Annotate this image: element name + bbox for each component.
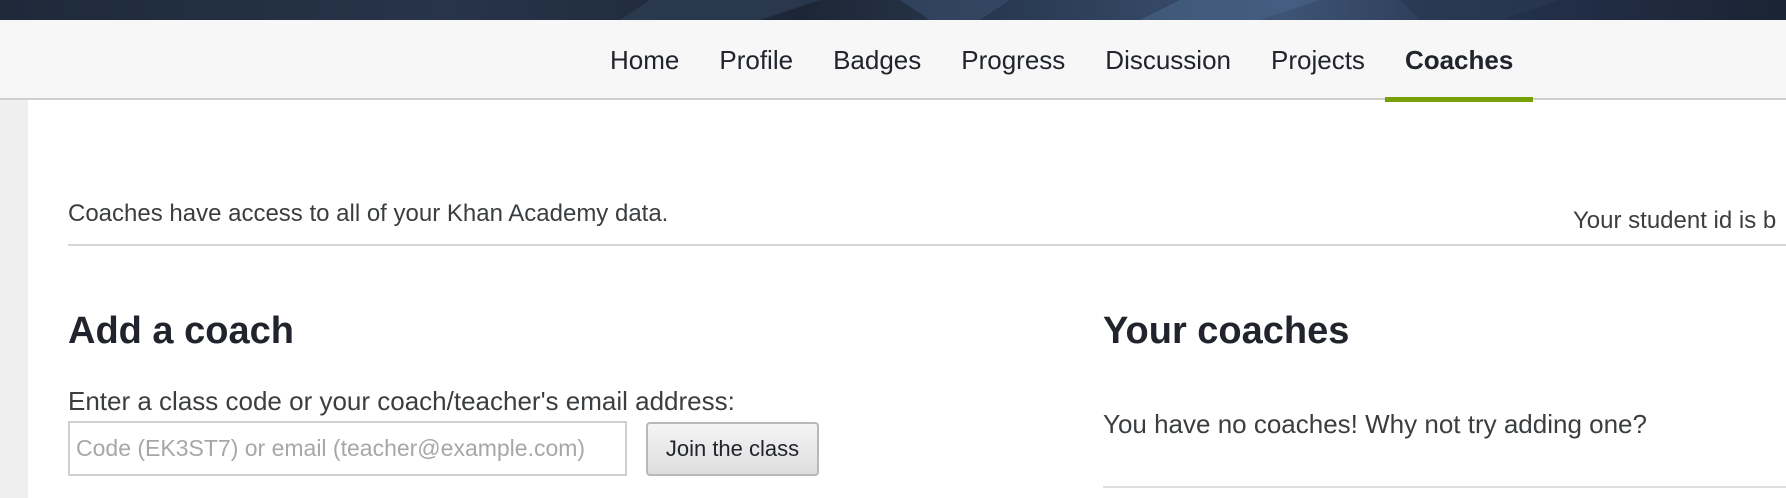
tab-discussion[interactable]: Discussion xyxy=(1085,20,1251,100)
student-id-text: Your student id is b xyxy=(1573,207,1777,234)
class-code-prompt: Enter a class code or your coach/teacher… xyxy=(68,386,735,416)
left-gutter xyxy=(0,100,28,498)
header-banner xyxy=(0,0,1786,20)
tab-projects[interactable]: Projects xyxy=(1251,20,1385,100)
tab-progress[interactable]: Progress xyxy=(941,20,1085,100)
add-coach-heading: Add a coach xyxy=(68,310,294,352)
tab-coaches[interactable]: Coaches xyxy=(1384,20,1534,102)
your-coaches-heading: Your coaches xyxy=(1103,310,1350,352)
no-coaches-message: You have no coaches! Why not try adding … xyxy=(1103,409,1647,439)
section-divider xyxy=(68,244,1786,246)
profile-nav-bar: Home Profile Badges Progress Discussion … xyxy=(0,20,1786,102)
nav-tabs: Home Profile Badges Progress Discussion … xyxy=(590,20,1534,102)
tab-badges[interactable]: Badges xyxy=(813,20,941,100)
coach-access-notice: Coaches have access to all of your Khan … xyxy=(68,200,669,227)
coaches-list-divider xyxy=(1103,486,1786,488)
banner-pattern xyxy=(620,0,1560,20)
tab-home[interactable]: Home xyxy=(590,20,699,100)
class-code-input[interactable] xyxy=(68,421,627,476)
tab-profile[interactable]: Profile xyxy=(699,20,813,100)
join-class-button[interactable]: Join the class xyxy=(646,422,819,476)
